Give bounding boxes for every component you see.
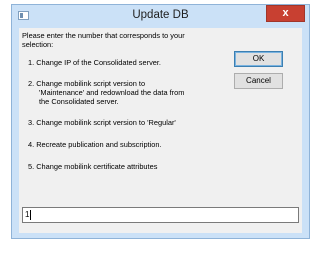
update-db-dialog: Update DB x Please enter the number that…	[11, 4, 310, 239]
close-button[interactable]: x	[266, 5, 305, 22]
selection-input[interactable]: 1	[22, 207, 299, 223]
dialog-body: Please enter the number that corresponds…	[19, 28, 302, 233]
option-2-line-1: 2. Change mobilink script version to	[28, 79, 146, 88]
option-2-line-3: the Consolidated server.	[39, 97, 119, 106]
option-5: 5. Change mobilink certificate attribute…	[28, 162, 158, 171]
selection-input-value: 1	[25, 210, 30, 219]
option-4: 4. Recreate publication and subscription…	[28, 140, 162, 149]
option-3: 3. Change mobilink script version to 'Re…	[28, 118, 176, 127]
option-1: 1. Change IP of the Consolidated server.	[28, 58, 161, 67]
option-2-line-2: 'Maintenance' and redownload the data fr…	[39, 88, 185, 97]
text-caret	[30, 209, 32, 220]
title-bar[interactable]: Update DB x	[12, 5, 309, 27]
prompt-line-2: selection:	[22, 40, 54, 49]
cancel-button[interactable]: Cancel	[234, 73, 283, 89]
window-title: Update DB	[132, 9, 189, 21]
prompt-line-1: Please enter the number that corresponds…	[22, 31, 185, 40]
ok-button[interactable]: OK	[234, 51, 283, 67]
